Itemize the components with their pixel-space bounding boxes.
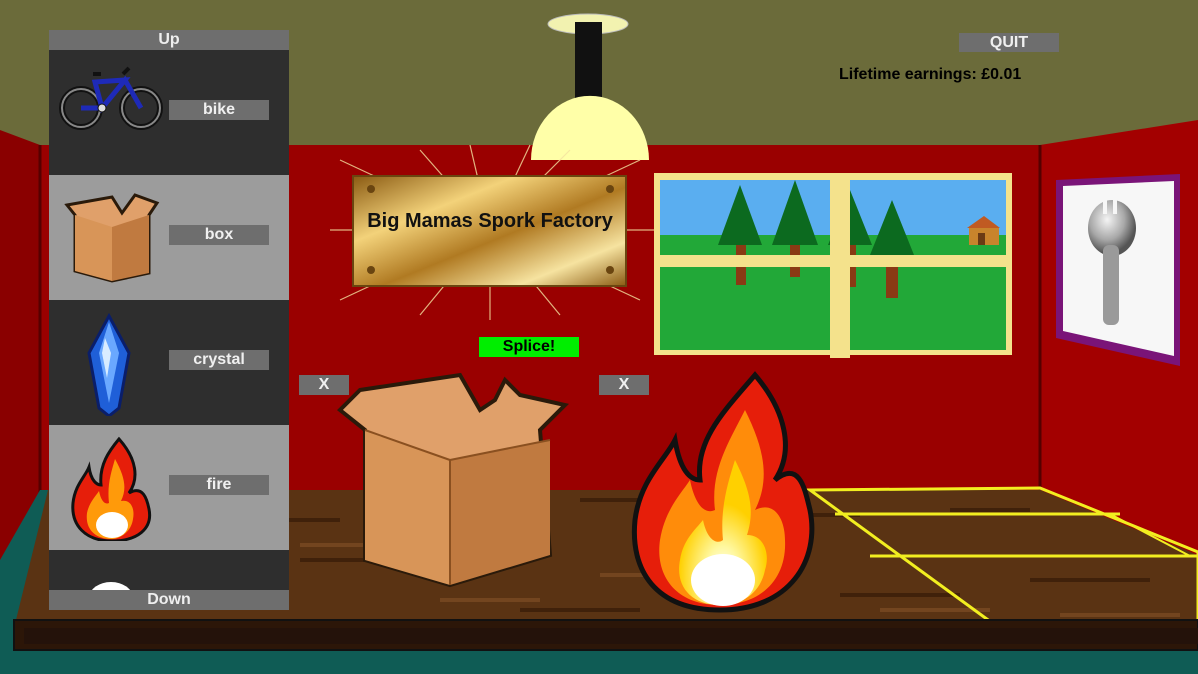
box-icon	[64, 193, 160, 283]
inventory-item-bike[interactable]: bike	[49, 50, 289, 175]
factory-name-plaque: Big Mamas Spork Factory	[367, 210, 613, 232]
remove-left-item-button[interactable]: X	[299, 375, 349, 395]
inventory-item-label: box	[169, 225, 269, 245]
crystal-icon	[87, 312, 131, 416]
inventory-item-box[interactable]: box	[49, 175, 289, 300]
spliced-box-left	[337, 372, 569, 588]
inventory-item-fire[interactable]: fire	[49, 425, 289, 550]
bike-icon	[59, 66, 163, 130]
scroll-down-button[interactable]: Down	[49, 590, 289, 610]
inventory-panel: Up bike box crystal fire Down	[49, 30, 289, 610]
inventory-item-label: bike	[169, 100, 269, 120]
fire-icon	[71, 436, 152, 541]
inventory-item-label: crystal	[169, 350, 269, 370]
quit-button[interactable]: QUIT	[959, 33, 1059, 52]
remove-right-item-button[interactable]: X	[599, 375, 649, 395]
splice-button[interactable]: Splice!	[479, 337, 579, 357]
inventory-item-crystal[interactable]: crystal	[49, 300, 289, 425]
inventory-item-label: fire	[169, 475, 269, 495]
lifetime-earnings: Lifetime earnings: £0.01	[839, 66, 1022, 83]
scroll-up-button[interactable]: Up	[49, 30, 289, 50]
spliced-fire-right	[631, 371, 815, 613]
